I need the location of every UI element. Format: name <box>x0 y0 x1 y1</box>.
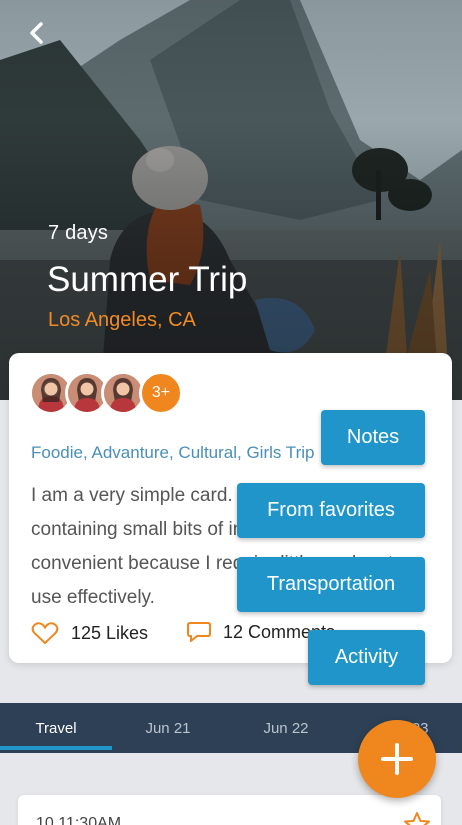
active-tab-indicator <box>0 746 112 750</box>
notes-button[interactable]: Notes <box>321 410 425 465</box>
likes-stat[interactable]: 125 Likes <box>31 621 148 645</box>
hero-image <box>0 0 462 400</box>
itinerary-item[interactable]: 10 11:30AM <box>18 795 441 825</box>
trip-location: Los Angeles, CA <box>48 309 196 331</box>
hero-overlay <box>0 0 462 400</box>
activity-button[interactable]: Activity <box>308 630 425 685</box>
heart-icon <box>31 622 59 645</box>
plus-icon <box>381 743 413 775</box>
chevron-left-icon <box>30 22 43 44</box>
back-button[interactable] <box>22 18 52 48</box>
likes-count: 125 Likes <box>71 622 149 643</box>
star-icon <box>404 812 430 825</box>
favorite-toggle[interactable] <box>403 811 431 825</box>
trip-tags: Foodie, Advanture, Cultural, Girls Trip <box>31 443 315 462</box>
tab-jun-21[interactable]: Jun 21 <box>112 703 224 753</box>
transportation-button[interactable]: Transportation <box>237 557 425 612</box>
itinerary-time: 10 11:30AM <box>36 815 122 825</box>
comment-icon <box>187 622 211 642</box>
trip-duration: 7 days <box>48 222 109 244</box>
page-title: Summer Trip <box>47 260 248 299</box>
from-favorites-button[interactable]: From favorites <box>237 483 425 538</box>
add-button[interactable] <box>358 720 436 798</box>
tab-jun-22[interactable]: Jun 22 <box>230 703 342 753</box>
more-travelers-badge[interactable]: 3+ <box>139 371 183 415</box>
